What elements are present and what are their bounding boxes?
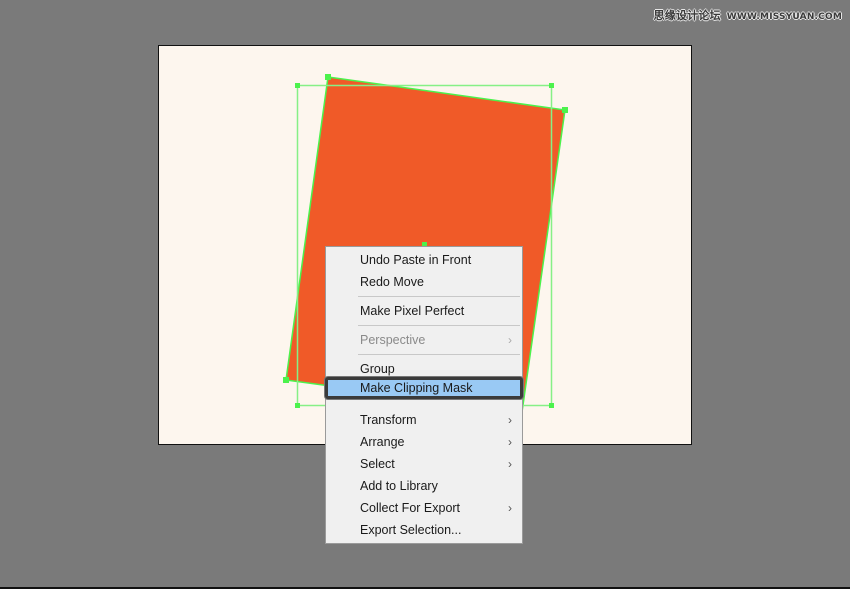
chevron-right-icon: › — [508, 457, 512, 471]
chevron-right-icon: › — [508, 435, 512, 449]
menu-item-label: Collect For Export — [360, 501, 461, 515]
menu-item-label: Select — [360, 457, 395, 471]
anchor-point-right[interactable] — [562, 107, 568, 113]
menu-item-arrange[interactable]: Arrange › — [326, 431, 522, 453]
menu-item-undo-paste-in-front[interactable]: Undo Paste in Front — [326, 249, 522, 271]
menu-item-label: Undo Paste in Front — [360, 253, 472, 267]
anchor-point-top[interactable] — [325, 74, 331, 80]
bbox-handle-top-left[interactable] — [295, 83, 300, 88]
menu-item-label: Make Clipping Mask — [360, 381, 473, 395]
menu-item-label: Add to Library — [360, 479, 438, 493]
menu-item-label: Make Pixel Perfect — [360, 304, 465, 318]
bbox-handle-bottom-left[interactable] — [295, 403, 300, 408]
menu-item-label: Redo Move — [360, 275, 424, 289]
menu-item-transform[interactable]: Transform › — [326, 409, 522, 431]
menu-separator — [358, 296, 520, 297]
menu-separator — [358, 354, 520, 355]
menu-item-label: Export Selection... — [360, 523, 462, 537]
chevron-right-icon: › — [508, 413, 512, 427]
chevron-right-icon: › — [508, 333, 512, 347]
bbox-handle-bottom-right[interactable] — [549, 403, 554, 408]
menu-item-export-selection[interactable]: Export Selection... — [326, 519, 522, 541]
menu-item-label: Transform — [360, 413, 417, 427]
menu-item-select[interactable]: Select › — [326, 453, 522, 475]
menu-item-add-to-library[interactable]: Add to Library — [326, 475, 522, 497]
bbox-handle-top-right[interactable] — [549, 83, 554, 88]
menu-item-perspective: Perspective › — [326, 329, 522, 351]
menu-item-redo-move[interactable]: Redo Move — [326, 271, 522, 293]
menu-item-collect-for-export[interactable]: Collect For Export › — [326, 497, 522, 519]
anchor-point-left[interactable] — [283, 377, 289, 383]
context-menu: Undo Paste in Front Redo Move Make Pixel… — [325, 246, 523, 544]
menu-item-make-pixel-perfect[interactable]: Make Pixel Perfect — [326, 300, 522, 322]
menu-item-label: Group — [360, 362, 395, 376]
menu-item-label: Arrange — [360, 435, 405, 449]
menu-separator — [358, 325, 520, 326]
chevron-right-icon: › — [508, 501, 512, 515]
menu-item-label: Perspective — [360, 333, 426, 347]
menu-item-make-clipping-mask[interactable]: Make Clipping Mask — [325, 377, 523, 399]
